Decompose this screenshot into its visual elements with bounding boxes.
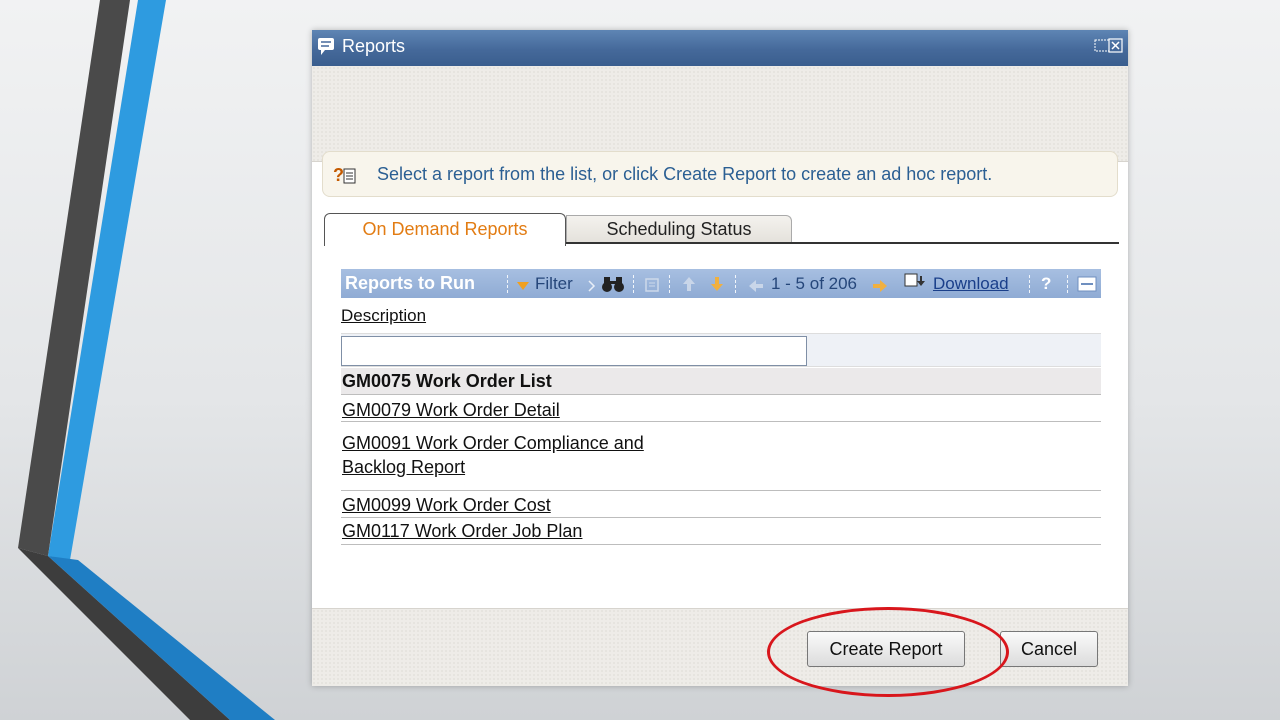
report-link[interactable]: GM0099 Work Order Cost — [342, 495, 551, 515]
help-document-icon: ? — [333, 165, 356, 185]
table-row[interactable]: GM0117 Work Order Job Plan — [341, 518, 1101, 545]
collapse-icon[interactable] — [1077, 274, 1097, 294]
slide-decoration — [18, 0, 275, 720]
arrow-left-icon[interactable] — [747, 276, 765, 296]
filter-row — [341, 333, 1101, 367]
table-row[interactable]: GM0079 Work Order Detail — [341, 395, 1101, 422]
table-row[interactable]: GM0075 Work Order List — [341, 368, 1101, 395]
report-icon — [318, 38, 334, 55]
reports-toolbar: Reports to Run Filter 1 - 5 of 206 Downl… — [341, 269, 1101, 298]
reports-list: GM0075 Work Order List GM0079 Work Order… — [341, 368, 1101, 545]
column-header-description[interactable]: Description — [341, 306, 426, 326]
dialog-titlebar: Reports — [312, 30, 1128, 66]
tab-scheduling-status[interactable]: Scheduling Status — [566, 215, 792, 243]
dialog-title: Reports — [342, 36, 406, 56]
toolbar-separator — [735, 275, 736, 293]
description-filter-input[interactable] — [341, 336, 807, 366]
info-text: Select a report from the list, or click … — [377, 164, 993, 184]
svg-text:?: ? — [333, 165, 344, 185]
info-message: ? Select a report from the list, or clic… — [322, 151, 1118, 197]
arrow-down-icon[interactable] — [709, 274, 725, 294]
tab-on-demand-reports[interactable]: On Demand Reports — [324, 213, 566, 246]
filter-button[interactable]: Filter — [535, 274, 573, 294]
toolbar-separator — [507, 275, 508, 293]
toolbar-separator — [1067, 275, 1068, 293]
close-icon[interactable] — [1094, 36, 1124, 56]
report-link[interactable]: GM0079 Work Order Detail — [342, 400, 560, 420]
binoculars-icon[interactable] — [600, 274, 626, 294]
download-icon[interactable] — [903, 272, 927, 292]
toolbar-title: Reports to Run — [345, 273, 475, 293]
chevron-right-icon — [588, 280, 596, 292]
table-row[interactable]: GM0091 Work Order Compliance and Backlog… — [341, 422, 1101, 491]
report-link[interactable]: GM0091 Work Order Compliance and Backlog… — [342, 433, 644, 477]
cancel-button[interactable]: Cancel — [1000, 631, 1098, 667]
arrow-up-icon[interactable] — [681, 274, 697, 294]
toolbar-separator — [1029, 275, 1030, 293]
table-row[interactable]: GM0099 Work Order Cost — [341, 491, 1101, 518]
filter-icon[interactable] — [515, 276, 531, 296]
bookmark-icon[interactable] — [643, 275, 661, 295]
help-button[interactable]: ? — [1041, 274, 1051, 294]
highlight-circle-annotation — [767, 607, 1009, 697]
arrow-right-icon[interactable] — [871, 276, 889, 296]
report-link[interactable]: GM0117 Work Order Job Plan — [342, 521, 582, 541]
report-link[interactable]: GM0075 Work Order List — [342, 371, 552, 391]
download-link[interactable]: Download — [933, 274, 1009, 294]
reports-dialog: Reports ? Select a report from the list,… — [312, 30, 1128, 686]
toolbar-separator — [633, 275, 634, 293]
paging-text: 1 - 5 of 206 — [771, 274, 858, 293]
toolbar-separator — [669, 275, 670, 293]
dialog-top-band — [312, 66, 1128, 162]
